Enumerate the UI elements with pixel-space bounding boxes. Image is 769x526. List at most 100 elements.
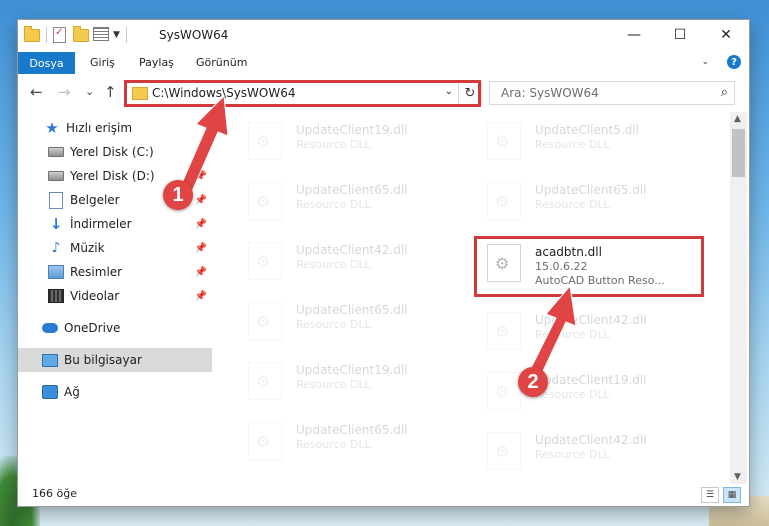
scroll-thumb[interactable] (732, 129, 745, 177)
ribbon-tabs: Dosya Giriş Paylaş Görünüm ⌄ ? (18, 52, 749, 75)
status-bar: 166 öğe ☰ ▦ (18, 484, 749, 506)
pin-icon[interactable]: 📌 (195, 219, 207, 230)
file-name: UpdateClient19.dll (296, 363, 408, 377)
customize-toolbar-dropdown-icon[interactable]: ▼ (113, 30, 120, 40)
file-name: UpdateClient42.dll (535, 433, 647, 447)
file-item[interactable]: UpdateClient42.dll Resource DLL (479, 424, 709, 470)
sidebar-item-label: Müzik (70, 241, 105, 255)
new-folder-icon[interactable] (73, 26, 89, 43)
search-box[interactable]: ⌕ (489, 81, 735, 105)
pin-icon[interactable]: 📌 (195, 195, 207, 206)
documents-icon (48, 191, 64, 209)
tiles-view-icon[interactable]: ▦ (723, 487, 741, 503)
sidebar-item-label: Bu bilgisayar (64, 353, 142, 367)
sidebar-item-label: Yerel Disk (C:) (70, 145, 154, 159)
tab-view[interactable]: Görünüm (196, 56, 247, 69)
window-title: SysWOW64 (159, 28, 229, 42)
file-type: Resource DLL (296, 378, 371, 391)
file-type: Resource DLL (296, 438, 371, 451)
sidebar-item-downloads[interactable]: ↓ İndirmeler 📌 (18, 212, 212, 236)
scroll-down-icon[interactable]: ▼ (734, 472, 741, 482)
dll-file-icon (248, 242, 282, 280)
pin-icon[interactable]: 📌 (195, 267, 207, 278)
pin-icon[interactable]: 📌 (195, 171, 207, 182)
sidebar-item-pictures[interactable]: Resimler 📌 (18, 260, 212, 284)
sidebar-item-onedrive[interactable]: OneDrive (18, 316, 212, 340)
search-icon[interactable]: ⌕ (721, 85, 728, 100)
sidebar-item-local-disk-c[interactable]: Yerel Disk (C:) 📌 (18, 140, 212, 164)
folder-icon (24, 26, 40, 43)
sidebar-item-label: Ağ (64, 385, 80, 399)
star-icon: ★ (45, 119, 59, 137)
file-name: UpdateClient42.dll (535, 313, 647, 327)
file-name: UpdateClient19.dll (535, 373, 647, 387)
recent-locations-button[interactable]: ⌄ (85, 85, 94, 98)
separator (125, 27, 127, 43)
music-icon: ♪ (51, 240, 61, 256)
sidebar-item-label: Belgeler (70, 193, 120, 207)
videos-icon (48, 288, 64, 304)
sidebar-item-label: OneDrive (64, 321, 121, 335)
vertical-scrollbar[interactable]: ▲ ▼ (730, 112, 747, 484)
tab-home[interactable]: Giriş (90, 56, 115, 69)
sidebar-item-network[interactable]: Ağ (18, 380, 212, 404)
file-type: Resource DLL (296, 258, 371, 271)
details-view-icon[interactable]: ☰ (701, 487, 719, 503)
file-type: Resource DLL (535, 388, 610, 401)
dll-file-icon (248, 362, 282, 400)
file-type: Resource DLL (535, 138, 610, 151)
file-item[interactable]: UpdateClient42.dll Resource DLL (479, 304, 709, 358)
forward-button[interactable]: → (58, 83, 71, 101)
cloud-icon (42, 320, 58, 336)
file-item[interactable]: UpdateClient65.dll Resource DLL (240, 414, 470, 468)
file-highlight (474, 236, 704, 297)
minimize-button[interactable]: — (611, 20, 657, 50)
pin-icon[interactable]: 📌 (195, 243, 207, 254)
properties-icon[interactable] (53, 27, 69, 43)
view-options-icon[interactable] (93, 27, 109, 43)
maximize-button[interactable]: ☐ (657, 20, 703, 50)
step-2-badge: 2 (518, 367, 548, 397)
tab-file[interactable]: Dosya (18, 52, 75, 74)
dll-file-icon (487, 122, 521, 160)
search-input[interactable] (499, 82, 703, 104)
sidebar-item-quick-access[interactable]: ★ Hızlı erişim (18, 116, 212, 140)
network-icon (42, 384, 58, 400)
sidebar-item-videos[interactable]: Videolar 📌 (18, 284, 212, 308)
sidebar-item-label: İndirmeler (70, 217, 132, 231)
scroll-up-icon[interactable]: ▲ (734, 114, 741, 124)
file-type: Resource DLL (296, 318, 371, 331)
file-item[interactable]: UpdateClient19.dll Resource DLL (240, 114, 470, 168)
help-icon[interactable]: ? (727, 55, 741, 69)
sidebar-item-music[interactable]: ♪ Müzik 📌 (18, 236, 212, 260)
up-button[interactable]: ↑ (104, 83, 117, 101)
quick-access-toolbar: ▼ (24, 26, 129, 43)
pin-icon[interactable]: 📌 (195, 291, 207, 302)
dll-file-icon (487, 432, 521, 470)
dll-file-icon (248, 302, 282, 340)
file-type: Resource DLL (296, 198, 371, 211)
file-item[interactable]: UpdateClient5.dll Resource DLL (479, 114, 709, 168)
file-type: Resource DLL (535, 448, 610, 461)
file-name: UpdateClient65.dll (535, 183, 647, 197)
file-item[interactable]: UpdateClient42.dll Resource DLL (240, 234, 470, 288)
file-name: UpdateClient65.dll (296, 423, 408, 437)
expand-ribbon-icon[interactable]: ⌄ (701, 57, 709, 67)
dll-file-icon (487, 372, 521, 410)
sidebar-item-this-pc[interactable]: Bu bilgisayar (18, 348, 212, 372)
close-button[interactable]: ✕ (703, 20, 749, 50)
back-button[interactable]: ← (30, 83, 43, 101)
downloads-icon: ↓ (49, 215, 63, 233)
step-1-badge: 1 (163, 180, 193, 210)
sidebar-item-label: Videolar (70, 289, 120, 303)
sidebar-item-label: Yerel Disk (D:) (70, 169, 155, 183)
file-item[interactable]: UpdateClient65.dll Resource DLL (240, 294, 470, 348)
computer-icon (42, 352, 58, 368)
tab-share[interactable]: Paylaş (139, 56, 174, 69)
file-item[interactable]: UpdateClient65.dll Resource DLL (240, 174, 470, 228)
file-item[interactable]: UpdateClient19.dll Resource DLL (479, 364, 709, 418)
file-item[interactable]: UpdateClient65.dll Resource DLL (479, 174, 709, 228)
pin-icon[interactable]: 📌 (195, 147, 207, 158)
pictures-icon (48, 264, 64, 280)
file-item[interactable]: UpdateClient19.dll Resource DLL (240, 354, 470, 408)
